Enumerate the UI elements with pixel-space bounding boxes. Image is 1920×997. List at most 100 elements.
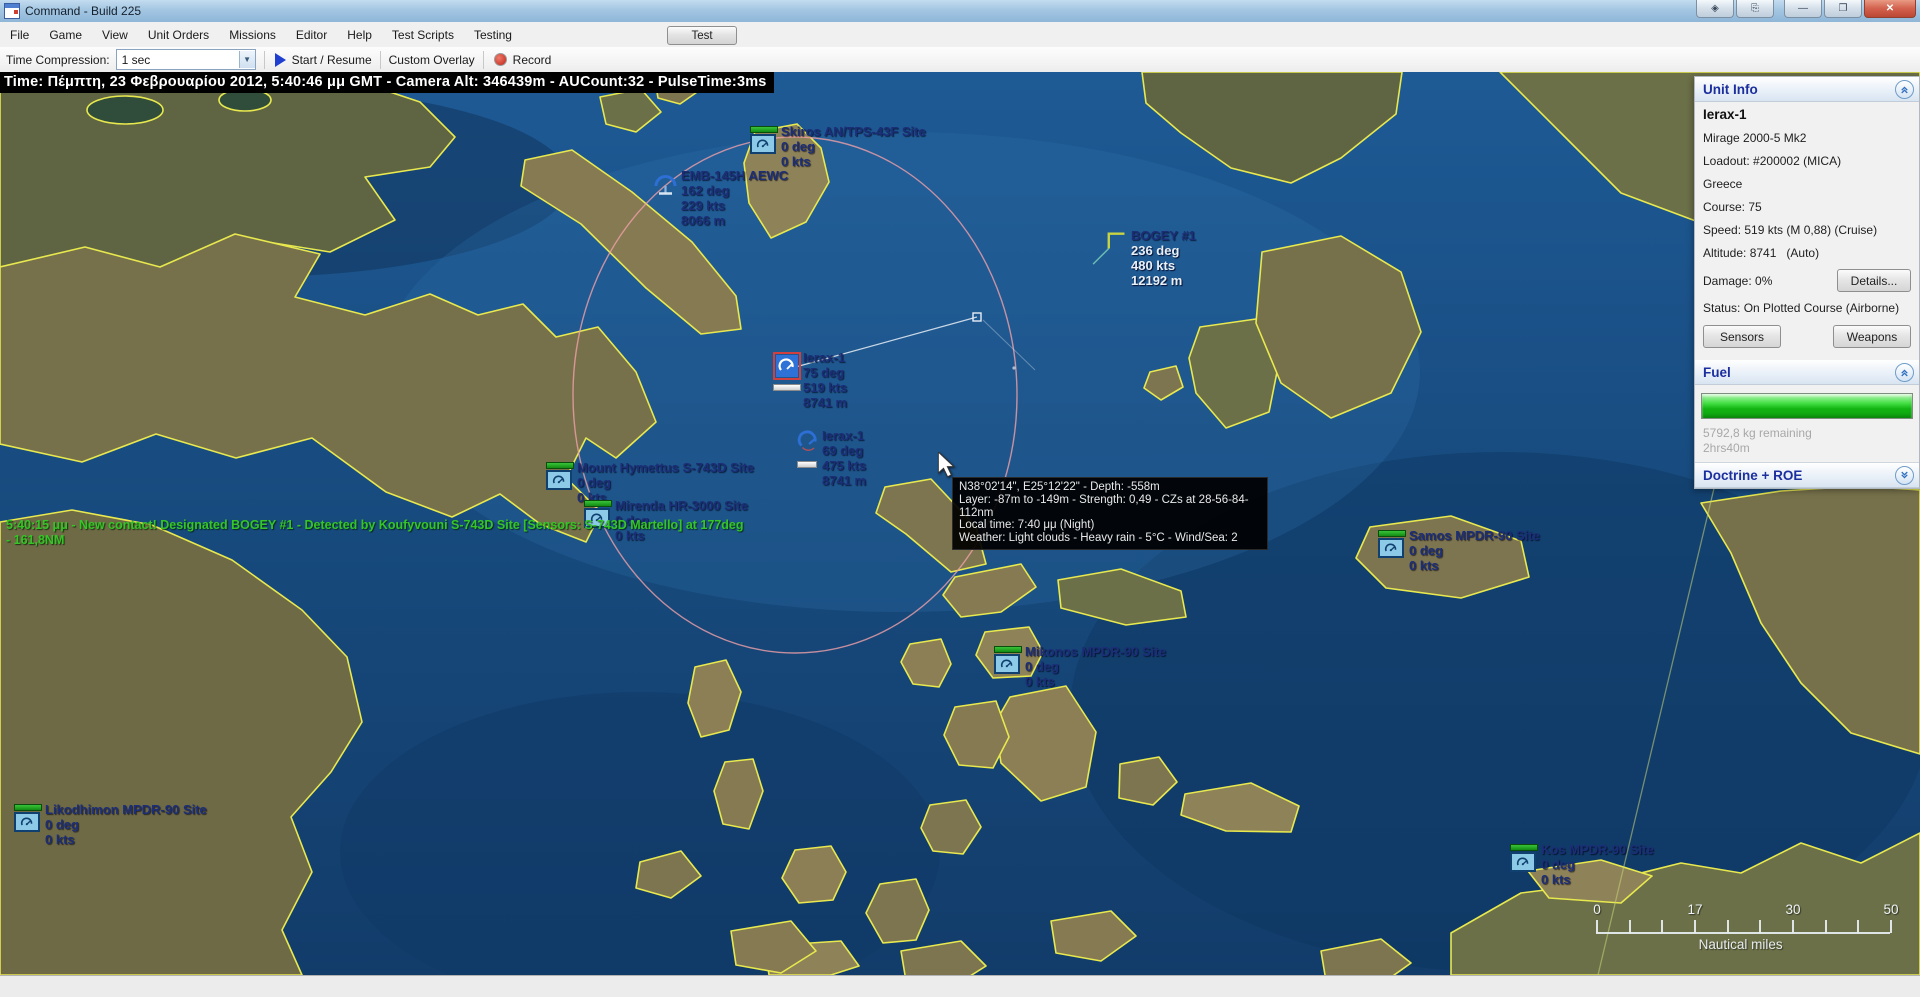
unit-data-line: 8066 m bbox=[681, 213, 788, 228]
tooltip-line: Weather: Light clouds - Heavy rain - 5°C… bbox=[959, 532, 1261, 545]
unit-info-panel: Unit Info Ierax-1 Mirage 2000-5 Mk2 Load… bbox=[1694, 76, 1920, 489]
time-banner: Time: Πέμπτη, 23 Φεβρουαρίου 2012, 5:40:… bbox=[0, 72, 774, 93]
unit-label: Mount Hymettus S-743D Site bbox=[577, 460, 754, 475]
menu-item-test-scripts[interactable]: Test Scripts bbox=[382, 23, 464, 47]
unit-speed: Speed: 519 kts (M 0,88) (Cruise) bbox=[1695, 218, 1919, 241]
tooltip-line: Local time: 7:40 μμ (Night) bbox=[959, 519, 1261, 532]
test-button[interactable]: Test bbox=[667, 26, 737, 45]
unit-data-line: 519 kts bbox=[803, 380, 847, 395]
fuel-endurance: 2hrs40m bbox=[1703, 441, 1913, 456]
unit-damage: Damage: 0% bbox=[1703, 274, 1772, 288]
fuel-remaining: 5792,8 kg remaining bbox=[1703, 426, 1913, 441]
window-title: Command - Build 225 bbox=[25, 4, 141, 18]
unit-data-line: 162 deg bbox=[681, 183, 788, 198]
scale-caption: Nautical miles bbox=[1699, 937, 1783, 952]
unit-label: BOGEY #1 bbox=[1131, 228, 1196, 243]
time-compression-label: Time Compression: bbox=[6, 53, 110, 67]
menu-item-testing[interactable]: Testing bbox=[464, 23, 522, 47]
doctrine-roe-title: Doctrine + ROE bbox=[1703, 468, 1802, 483]
unit-data-line: 0 deg bbox=[1409, 543, 1540, 558]
unit-info-header[interactable]: Unit Info bbox=[1695, 77, 1919, 102]
unit-data-line: 236 deg bbox=[1131, 243, 1196, 258]
unit-data-line: 0 deg bbox=[577, 475, 754, 490]
unit-label: Ierax-1 bbox=[822, 428, 866, 443]
close-button[interactable]: ✕ bbox=[1864, 0, 1916, 18]
radar-site-icon bbox=[1510, 852, 1536, 872]
map-scale: Nautical miles 0173050 bbox=[1596, 904, 1892, 960]
custom-overlay-button[interactable]: Custom Overlay bbox=[389, 53, 475, 67]
radar-site-icon bbox=[546, 470, 572, 490]
details-button[interactable]: Details... bbox=[1837, 269, 1911, 292]
unit-course: Course: 75 bbox=[1695, 195, 1919, 218]
unit-data-line: 0 kts bbox=[45, 832, 207, 847]
menu-item-unit-orders[interactable]: Unit Orders bbox=[138, 23, 219, 47]
friendly-air-icon bbox=[652, 170, 678, 196]
fuel-title: Fuel bbox=[1703, 365, 1731, 380]
fuel-header[interactable]: Fuel bbox=[1695, 360, 1919, 385]
friendly-air-icon bbox=[797, 430, 821, 454]
tooltip-line: N38°02'14", E25°12'22" - Depth: -558m bbox=[959, 481, 1261, 494]
time-compression-select[interactable]: 1 sec ▼ bbox=[116, 49, 256, 70]
unit-data-line: 8741 m bbox=[822, 473, 866, 488]
doctrine-roe-header[interactable]: Doctrine + ROE bbox=[1695, 462, 1919, 488]
tooltip-line: Layer: -87m to -149m - Strength: 0,49 - … bbox=[959, 494, 1261, 520]
detach-button[interactable]: ⎘ bbox=[1736, 0, 1774, 18]
toggle-button[interactable]: ◈ bbox=[1696, 0, 1734, 18]
scale-tick-label: 0 bbox=[1593, 902, 1601, 917]
readiness-bar bbox=[1378, 530, 1406, 537]
unit-data-line: 0 kts bbox=[1409, 558, 1540, 573]
range-ring bbox=[573, 137, 1017, 653]
unit-label: Kos MPDR-90 Site bbox=[1541, 842, 1654, 857]
menu-item-game[interactable]: Game bbox=[39, 23, 92, 47]
unit-data-line: 12192 m bbox=[1131, 273, 1196, 288]
unit-data-line: 0 kts bbox=[781, 154, 926, 169]
unit-data-line: 480 kts bbox=[1131, 258, 1196, 273]
record-icon bbox=[494, 53, 507, 66]
start-resume-button[interactable]: Start / Resume bbox=[292, 53, 372, 67]
readiness-bar bbox=[994, 646, 1022, 653]
menu-item-missions[interactable]: Missions bbox=[219, 23, 286, 47]
collapse-chevron-icon[interactable] bbox=[1895, 80, 1914, 99]
unit-status: Status: On Plotted Course (Airborne) bbox=[1695, 296, 1919, 319]
scale-tick-label: 30 bbox=[1785, 902, 1800, 917]
selected-air-icon bbox=[773, 352, 801, 380]
record-button[interactable]: Record bbox=[513, 53, 552, 67]
event-log: 5:40:15 μμ - New contact! Designated BOG… bbox=[6, 518, 744, 548]
minimize-button[interactable]: — bbox=[1784, 0, 1822, 18]
readiness-bar bbox=[14, 804, 42, 811]
radar-site-icon bbox=[1378, 538, 1404, 558]
weapons-button[interactable]: Weapons bbox=[1833, 325, 1911, 348]
readiness-bar bbox=[750, 126, 778, 133]
menu-item-help[interactable]: Help bbox=[337, 23, 382, 47]
unit-data-line: 75 deg bbox=[803, 365, 847, 380]
unit-name: Ierax-1 bbox=[1695, 102, 1919, 126]
radar-site-icon bbox=[994, 654, 1020, 674]
play-icon bbox=[275, 53, 286, 67]
menu-item-view[interactable]: View bbox=[92, 23, 138, 47]
readiness-bar bbox=[546, 462, 574, 469]
menu-item-editor[interactable]: Editor bbox=[286, 23, 337, 47]
unit-label: Samos MPDR-90 Site bbox=[1409, 528, 1540, 543]
menu-item-file[interactable]: File bbox=[0, 23, 39, 47]
unit-label: Skiros AN/TPS-43F Site bbox=[781, 124, 926, 139]
unit-info-title: Unit Info bbox=[1703, 82, 1758, 97]
app-icon bbox=[4, 3, 20, 19]
sensors-button[interactable]: Sensors bbox=[1703, 325, 1781, 348]
speed-leader-bar bbox=[797, 461, 817, 468]
unit-data-line: 0 deg bbox=[45, 817, 207, 832]
map-canvas[interactable]: Time: Πέμπτη, 23 Φεβρουαρίου 2012, 5:40:… bbox=[0, 72, 1920, 975]
scale-tick-label: 50 bbox=[1883, 902, 1898, 917]
unit-data-line: 0 kts bbox=[1541, 872, 1654, 887]
expand-chevron-icon[interactable] bbox=[1895, 466, 1914, 485]
title-bar: Command - Build 225 ◈ ⎘ — ❐ ✕ bbox=[0, 0, 1920, 23]
maximize-button[interactable]: ❐ bbox=[1824, 0, 1862, 18]
unit-country: Greece bbox=[1695, 172, 1919, 195]
range-ring-edge bbox=[1598, 480, 1716, 975]
radar-site-icon bbox=[14, 812, 40, 832]
unit-label: Ierax-1 bbox=[803, 350, 847, 365]
collapse-chevron-icon[interactable] bbox=[1895, 363, 1914, 382]
scale-tick-label: 17 bbox=[1687, 902, 1702, 917]
map-tooltip: N38°02'14", E25°12'22" - Depth: -558mLay… bbox=[952, 477, 1268, 550]
status-bar bbox=[0, 975, 1920, 997]
unit-data-line: 0 deg bbox=[781, 139, 926, 154]
